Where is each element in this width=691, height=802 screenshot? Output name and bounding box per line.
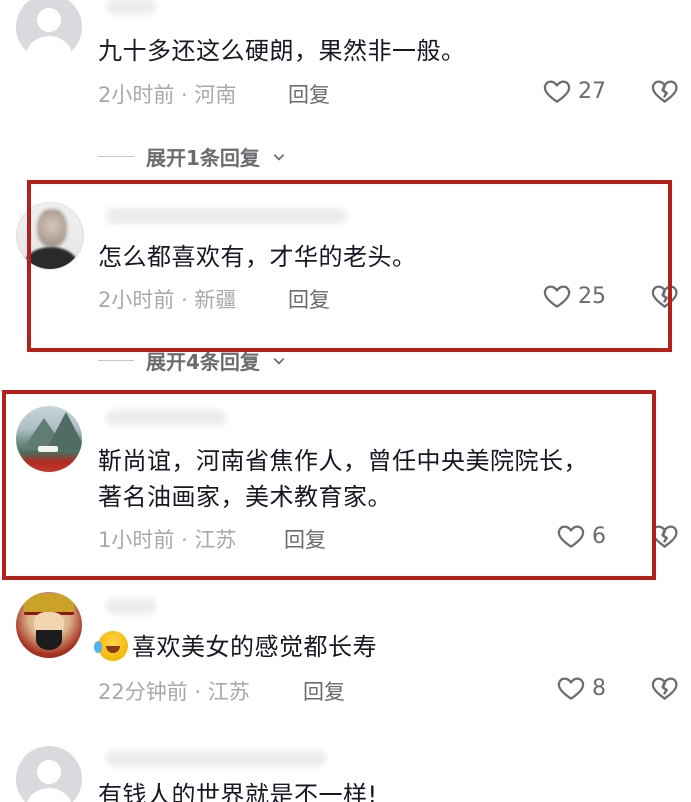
broken-heart-icon: [651, 285, 678, 308]
reply-button[interactable]: 回复: [303, 676, 345, 706]
comment-time-location: 2小时前 · 新疆: [98, 288, 237, 312]
heart-outline-icon: [543, 80, 571, 103]
user-avatar[interactable]: [16, 202, 84, 270]
comment-item: 九十多还这么硬朗，果然非一般。 2小时前 · 河南 回复 27 展开1条回复: [0, 0, 691, 200]
like-count: 8: [592, 675, 606, 701]
comment-item: 喜欢美女的感觉都长寿 22分钟前 · 江苏 回复 8: [0, 590, 691, 730]
expand-replies-label: 展开4条回复: [146, 350, 260, 374]
divider-line: [98, 156, 134, 157]
like-button[interactable]: 25: [542, 281, 606, 311]
comment-text-content: 喜欢美女的感觉都长寿: [132, 633, 377, 661]
comment-text: 喜欢美女的感觉都长寿: [94, 628, 377, 666]
comment-text-line-2: 著名油画家，美术教育家。: [98, 483, 392, 511]
username-blurred[interactable]: [106, 208, 346, 224]
avatar-mountain: [46, 412, 82, 450]
comment-time-location: 22分钟前 · 江苏: [98, 680, 250, 704]
expand-replies-label: 展开1条回复: [146, 146, 260, 170]
comment-item: 有钱人的世界就是不一样!: [0, 740, 691, 802]
dislike-button[interactable]: [650, 281, 680, 315]
avatar-boat: [38, 446, 58, 452]
expand-replies-button[interactable]: 展开4条回复: [98, 346, 286, 375]
reply-button[interactable]: 回复: [284, 524, 326, 554]
comment-text: 有钱人的世界就是不一样!: [98, 781, 378, 802]
like-button[interactable]: 6: [556, 521, 606, 551]
comment-item: 靳尚谊，河南省焦作人，曾任中央美院院长， 著名油画家，美术教育家。 1小时前 ·…: [0, 390, 691, 580]
comment-text: 九十多还这么硬朗，果然非一般。: [98, 37, 466, 65]
heart-outline-icon: [543, 285, 571, 308]
comment-text: 怎么都喜欢有，才华的老头。: [98, 243, 417, 271]
chevron-down-icon: [273, 153, 285, 161]
comment-item: 怎么都喜欢有，才华的老头。 2小时前 · 新疆 回复 25 展开4条回复: [0, 180, 691, 374]
expand-replies-button[interactable]: 展开1条回复: [98, 142, 286, 171]
comment-time-location: 2小时前 · 河南: [98, 83, 237, 107]
user-avatar[interactable]: [16, 406, 82, 472]
comment-text-line-1: 靳尚谊，河南省焦作人，曾任中央美院院长，: [98, 447, 588, 475]
username-blurred[interactable]: [106, 750, 326, 766]
broken-heart-icon: [651, 677, 678, 700]
divider-line: [98, 360, 134, 361]
heart-outline-icon: [557, 677, 585, 700]
dislike-button[interactable]: [650, 76, 680, 110]
reply-button[interactable]: 回复: [288, 79, 330, 109]
user-avatar[interactable]: [16, 0, 82, 60]
broken-heart-icon: [651, 525, 678, 548]
like-button[interactable]: 8: [556, 673, 606, 703]
like-count: 25: [578, 283, 606, 309]
user-avatar[interactable]: [16, 592, 82, 658]
like-count: 27: [578, 78, 606, 104]
reply-button[interactable]: 回复: [288, 284, 330, 314]
like-count: 6: [592, 523, 606, 549]
comment-time-location: 1小时前 · 江苏: [98, 528, 237, 552]
avatar-face: [37, 209, 67, 247]
username-blurred[interactable]: [106, 598, 156, 614]
heart-outline-icon: [557, 525, 585, 548]
dislike-button[interactable]: [650, 673, 680, 707]
like-button[interactable]: 27: [542, 76, 606, 106]
chevron-down-icon: [273, 357, 285, 365]
broken-heart-icon: [651, 80, 678, 103]
dislike-button[interactable]: [650, 521, 680, 555]
avatar-shoulders: [23, 247, 79, 269]
username-blurred[interactable]: [106, 410, 226, 426]
laughing-tears-emoji: [94, 631, 128, 661]
user-avatar[interactable]: [16, 746, 82, 802]
avatar-beard: [36, 630, 62, 650]
username-blurred[interactable]: [106, 0, 156, 14]
